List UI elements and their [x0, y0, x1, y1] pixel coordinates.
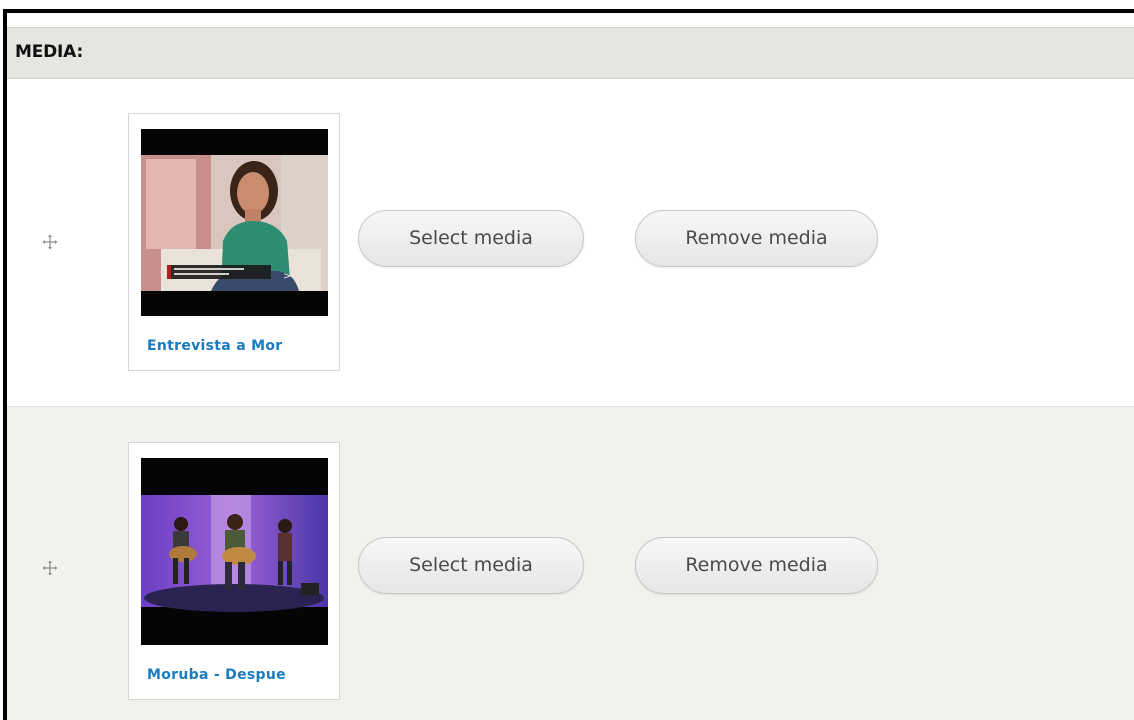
select-media-button[interactable]: Select media [358, 210, 584, 267]
media-title-link[interactable]: Moruba - Despue [147, 667, 327, 687]
media-thumbnail[interactable] [141, 458, 328, 645]
section-header: MEDIA: [7, 27, 1134, 79]
media-thumbnail[interactable]: > [141, 129, 328, 316]
svg-text:>: > [283, 271, 291, 282]
drag-handle-icon[interactable] [42, 234, 58, 250]
media-thumbnail-card: > Entrevista a Mor [128, 113, 340, 371]
drag-handle-icon[interactable] [42, 560, 58, 576]
section-title: MEDIA: [15, 42, 84, 62]
media-row: Moruba - Despue Select media Remove medi… [7, 407, 1134, 720]
media-thumbnail-card: Moruba - Despue [128, 442, 340, 700]
media-title-link[interactable]: Entrevista a Mor [147, 338, 327, 358]
media-row: > Entrevista a Mor Select media Remove m… [7, 80, 1134, 407]
remove-media-button[interactable]: Remove media [635, 210, 878, 267]
select-media-button[interactable]: Select media [358, 537, 584, 594]
media-widget: MEDIA: > Entrevista a Mor Select media R… [3, 9, 1134, 720]
remove-media-button[interactable]: Remove media [635, 537, 878, 594]
